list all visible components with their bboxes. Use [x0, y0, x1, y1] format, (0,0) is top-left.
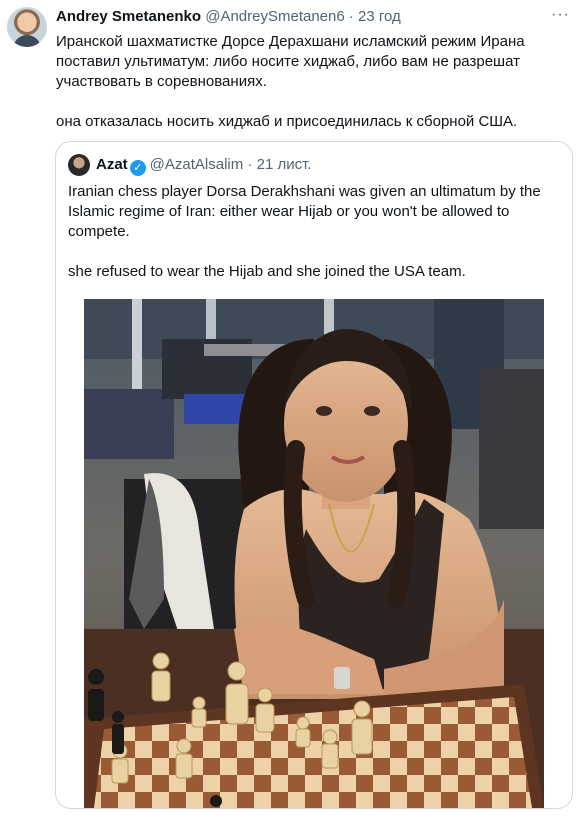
quoted-header-separator: ·	[247, 156, 253, 173]
quoted-paragraph-2: she refused to wear the Hijab and she jo…	[68, 263, 466, 280]
quoted-author-name[interactable]: Azat	[96, 156, 128, 173]
header-separator: ·	[348, 8, 354, 25]
quoted-paragraph-1: Iranian chess player Dorsa Derakhshani w…	[68, 183, 541, 240]
tweet-text: Иранской шахматистке Дорсе Дерахшани исл…	[56, 32, 556, 132]
tweet-paragraph-2: она отказалась носить хиджаб и присоедин…	[56, 113, 518, 130]
quoted-author-handle[interactable]: @AzatAlsalim	[150, 156, 244, 173]
quoted-tweet-timestamp[interactable]: 21 лист.	[257, 156, 312, 173]
tweet-photo[interactable]	[84, 299, 544, 808]
quoted-author-avatar[interactable]	[68, 154, 90, 176]
author-avatar[interactable]	[7, 7, 47, 47]
author-handle[interactable]: @AndreySmetanen6	[205, 8, 344, 25]
more-horizontal-icon[interactable]: ···	[551, 6, 570, 24]
tweet-header: Andrey Smetanenko @AndreySmetanen6 · 23 …	[56, 8, 401, 25]
tweet-paragraph-1: Иранской шахматистке Дорсе Дерахшани исл…	[56, 33, 525, 90]
author-name[interactable]: Andrey Smetanenko	[56, 8, 201, 25]
quoted-tweet-card[interactable]: Azat ✓ @AzatAlsalim · 21 лист. Iranian che…	[55, 141, 573, 809]
quoted-tweet-text: Iranian chess player Dorsa Derakhshani w…	[68, 182, 548, 282]
quoted-tweet-header: Azat ✓ @AzatAlsalim · 21 лист.	[96, 156, 311, 176]
tweet-timestamp[interactable]: 23 год	[358, 8, 401, 25]
verified-badge-icon: ✓	[129, 160, 146, 176]
